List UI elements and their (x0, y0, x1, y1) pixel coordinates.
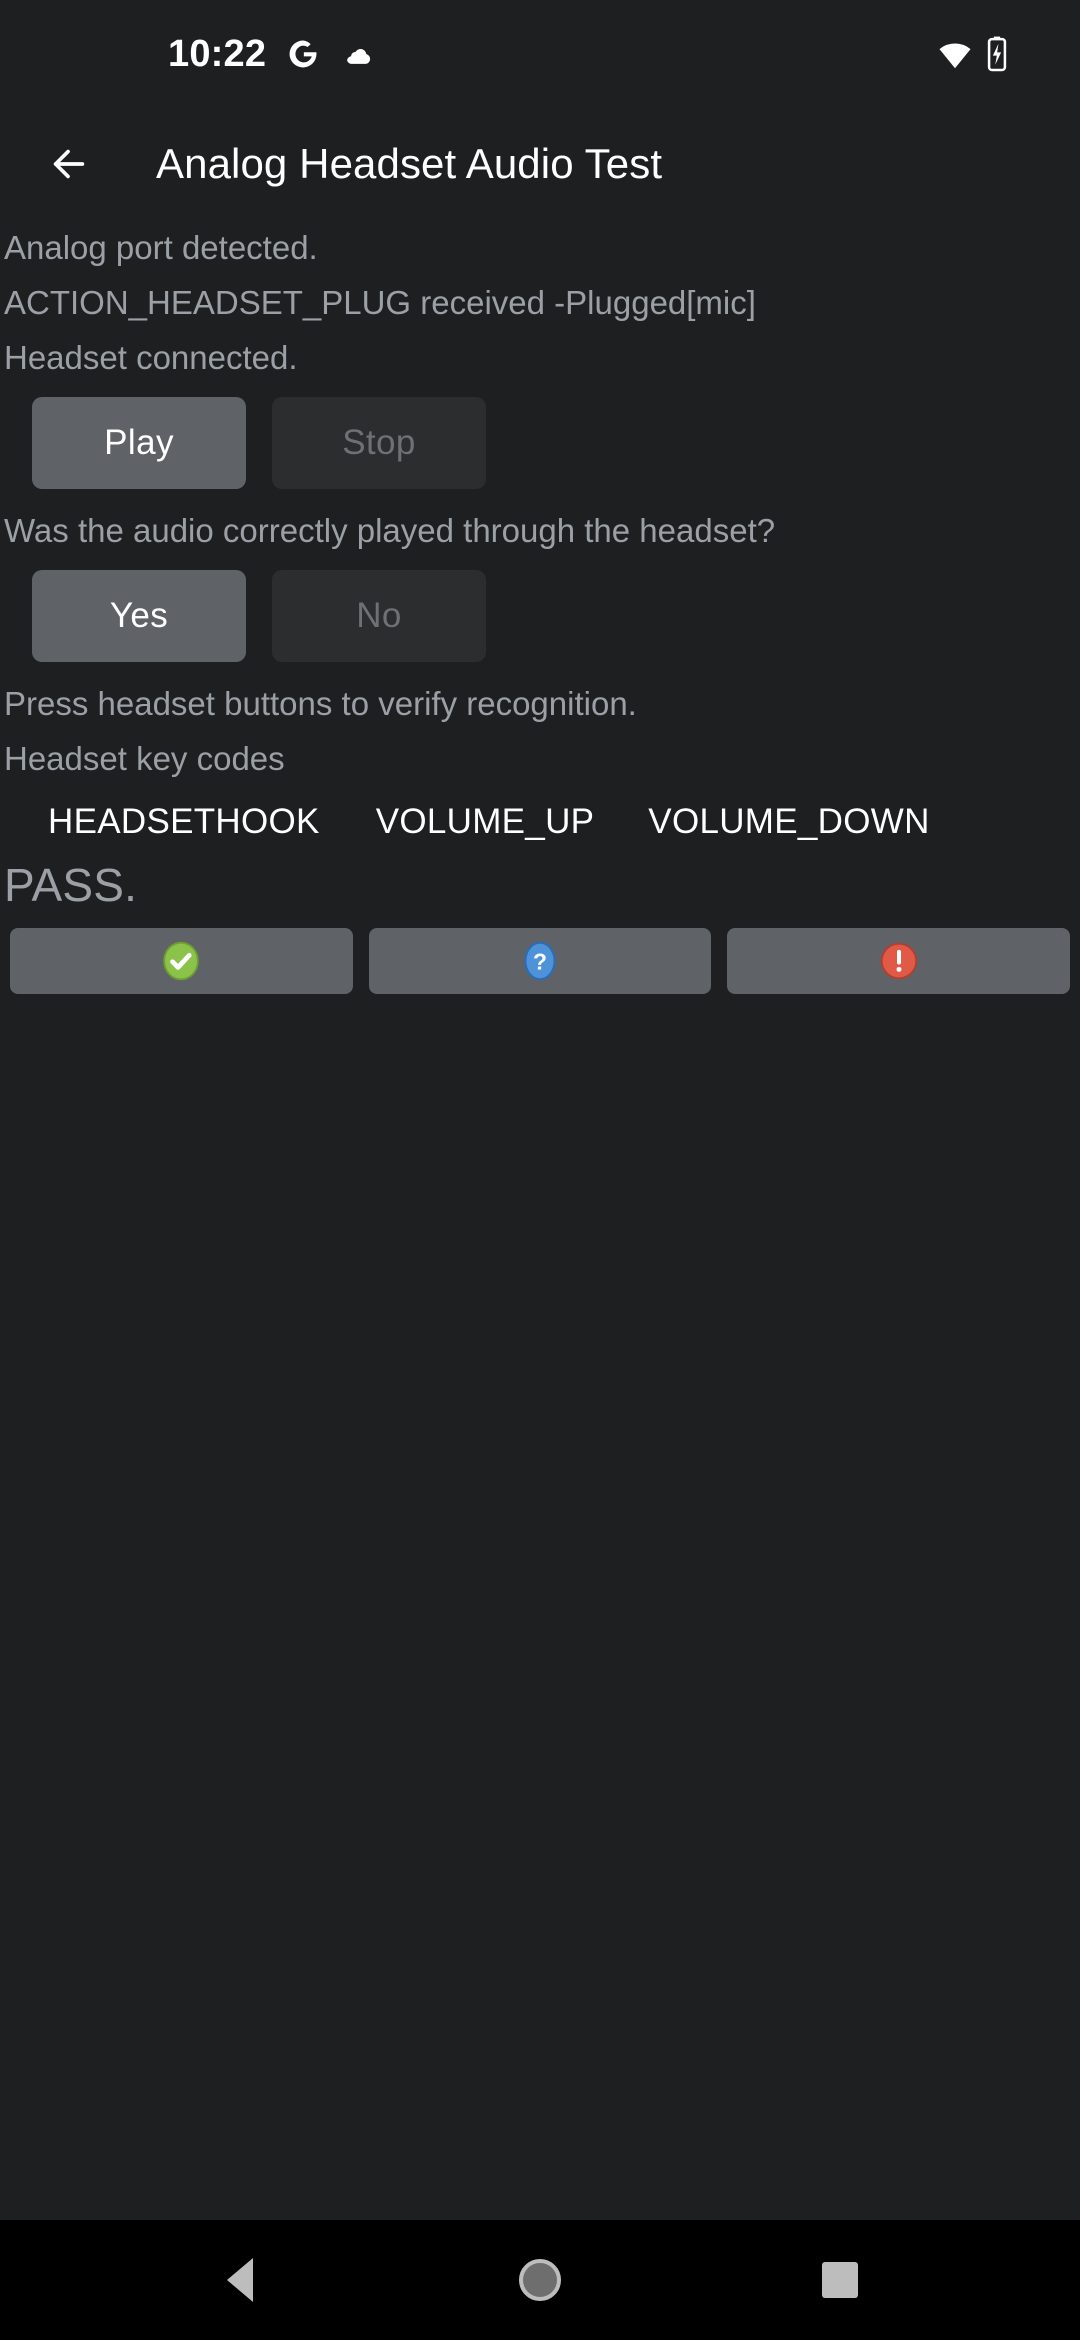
status-bar-clock: 10:22 (168, 33, 267, 75)
status-line-connected: Headset connected. (4, 339, 298, 376)
pass-button[interactable] (10, 928, 353, 994)
info-button[interactable]: ? (368, 928, 712, 994)
headset-instruction-text: Press headset buttons to verify recognit… (4, 685, 637, 722)
no-button: No (272, 570, 486, 662)
wifi-icon (936, 35, 974, 73)
status-line-port: Analog port detected. (4, 229, 318, 266)
keycode-headsethook: HEADSETHOOK (48, 802, 320, 841)
back-button[interactable] (30, 125, 108, 203)
pass-check-icon (159, 939, 203, 983)
info-question-icon: ? (518, 939, 562, 983)
status-line-action: ACTION_HEADSET_PLUG received -Plugged[mi… (4, 284, 756, 321)
nav-home-icon[interactable] (495, 2235, 585, 2325)
status-bar-left: 10:22 (0, 35, 374, 73)
keycode-volume-down: VOLUME_DOWN (648, 802, 930, 841)
yes-button[interactable]: Yes (32, 570, 246, 662)
keycodes-row: HEADSETHOOK VOLUME_UP VOLUME_DOWN (0, 786, 1080, 848)
test-action-bar: ? (0, 914, 1080, 994)
stop-button: Stop (272, 397, 486, 489)
audio-question-text: Was the audio correctly played through t… (4, 512, 776, 549)
phone-screen: 10:22 Analog Headset Audio Test Analog p… (0, 0, 1080, 2340)
status-bar-right (936, 35, 1038, 73)
status-bar: 10:22 (0, 0, 1080, 108)
cloud-icon (340, 37, 374, 71)
app-bar: Analog Headset Audio Test (0, 108, 1080, 220)
google-g-icon (286, 37, 320, 71)
keycode-volume-up: VOLUME_UP (375, 802, 595, 841)
battery-charging-icon (984, 35, 1010, 73)
answer-button-row: Yes No (0, 558, 1080, 676)
playback-button-row: Play Stop (0, 385, 1080, 503)
nav-recents-icon[interactable] (795, 2235, 885, 2325)
verdict-text: PASS. (4, 859, 138, 911)
keycodes-label: Headset key codes (4, 740, 285, 777)
back-arrow-icon (46, 141, 92, 187)
nav-back-icon[interactable] (195, 2235, 285, 2325)
page-title: Analog Headset Audio Test (156, 140, 663, 187)
svg-text:?: ? (533, 948, 547, 974)
play-button[interactable]: Play (32, 397, 246, 489)
test-content: Analog port detected. ACTION_HEADSET_PLU… (0, 220, 1080, 2220)
system-navigation-bar (0, 2220, 1080, 2340)
fail-exclamation-icon (877, 939, 921, 983)
fail-button[interactable] (727, 928, 1071, 994)
